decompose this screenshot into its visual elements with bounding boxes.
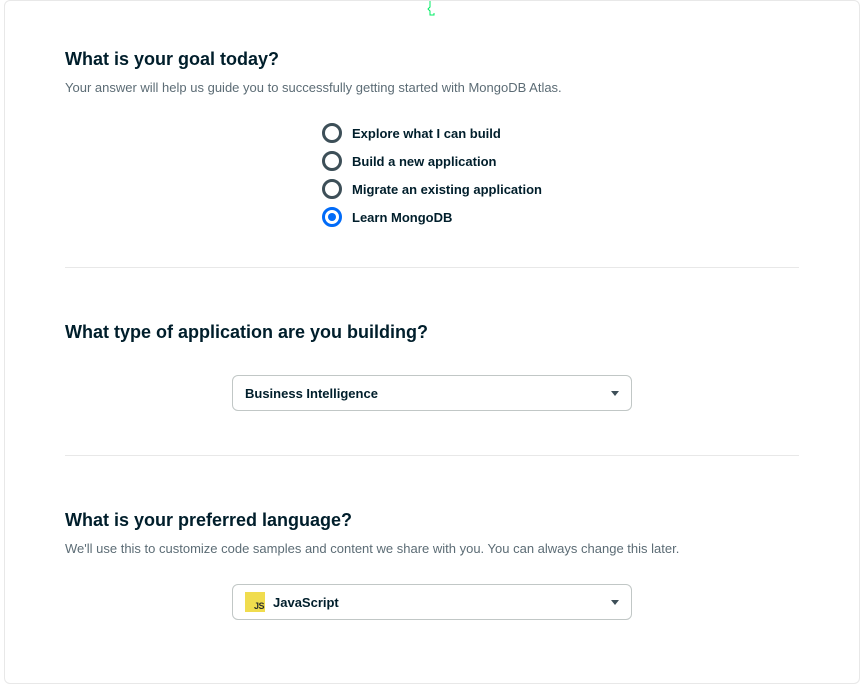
language-section: What is your preferred language? We'll u… bbox=[65, 510, 799, 620]
radio-icon bbox=[322, 151, 342, 171]
app-type-section: What type of application are you buildin… bbox=[65, 322, 799, 411]
language-title: What is your preferred language? bbox=[65, 510, 799, 531]
app-type-value: Business Intelligence bbox=[245, 386, 378, 401]
chevron-down-icon bbox=[611, 391, 619, 396]
app-type-title: What type of application are you buildin… bbox=[65, 322, 799, 343]
radio-icon bbox=[322, 123, 342, 143]
radio-icon-selected bbox=[322, 207, 342, 227]
goal-radio-inner: Explore what I can build Build a new app… bbox=[322, 123, 542, 227]
onboarding-card: What is your goal today? Your answer wil… bbox=[4, 0, 860, 684]
decorative-squiggle bbox=[422, 1, 442, 17]
radio-label: Build a new application bbox=[352, 154, 496, 169]
radio-option-migrate[interactable]: Migrate an existing application bbox=[322, 179, 542, 199]
radio-icon bbox=[322, 179, 342, 199]
language-selected-text: JavaScript bbox=[273, 595, 339, 610]
radio-option-explore[interactable]: Explore what I can build bbox=[322, 123, 501, 143]
goal-section: What is your goal today? Your answer wil… bbox=[65, 49, 799, 227]
language-value: JS JavaScript bbox=[245, 592, 339, 612]
radio-label: Migrate an existing application bbox=[352, 182, 542, 197]
divider bbox=[65, 267, 799, 268]
goal-subtitle: Your answer will help us guide you to su… bbox=[65, 80, 799, 95]
radio-option-learn[interactable]: Learn MongoDB bbox=[322, 207, 452, 227]
language-select[interactable]: JS JavaScript bbox=[232, 584, 632, 620]
goal-title: What is your goal today? bbox=[65, 49, 799, 70]
language-select-wrap: JS JavaScript bbox=[65, 584, 799, 620]
radio-label: Learn MongoDB bbox=[352, 210, 452, 225]
app-type-select-wrap: Business Intelligence bbox=[65, 375, 799, 411]
javascript-icon: JS bbox=[245, 592, 265, 612]
radio-option-build[interactable]: Build a new application bbox=[322, 151, 496, 171]
goal-radio-group: Explore what I can build Build a new app… bbox=[65, 123, 799, 227]
divider bbox=[65, 455, 799, 456]
app-type-select[interactable]: Business Intelligence bbox=[232, 375, 632, 411]
radio-label: Explore what I can build bbox=[352, 126, 501, 141]
language-subtitle: We'll use this to customize code samples… bbox=[65, 541, 799, 556]
chevron-down-icon bbox=[611, 600, 619, 605]
